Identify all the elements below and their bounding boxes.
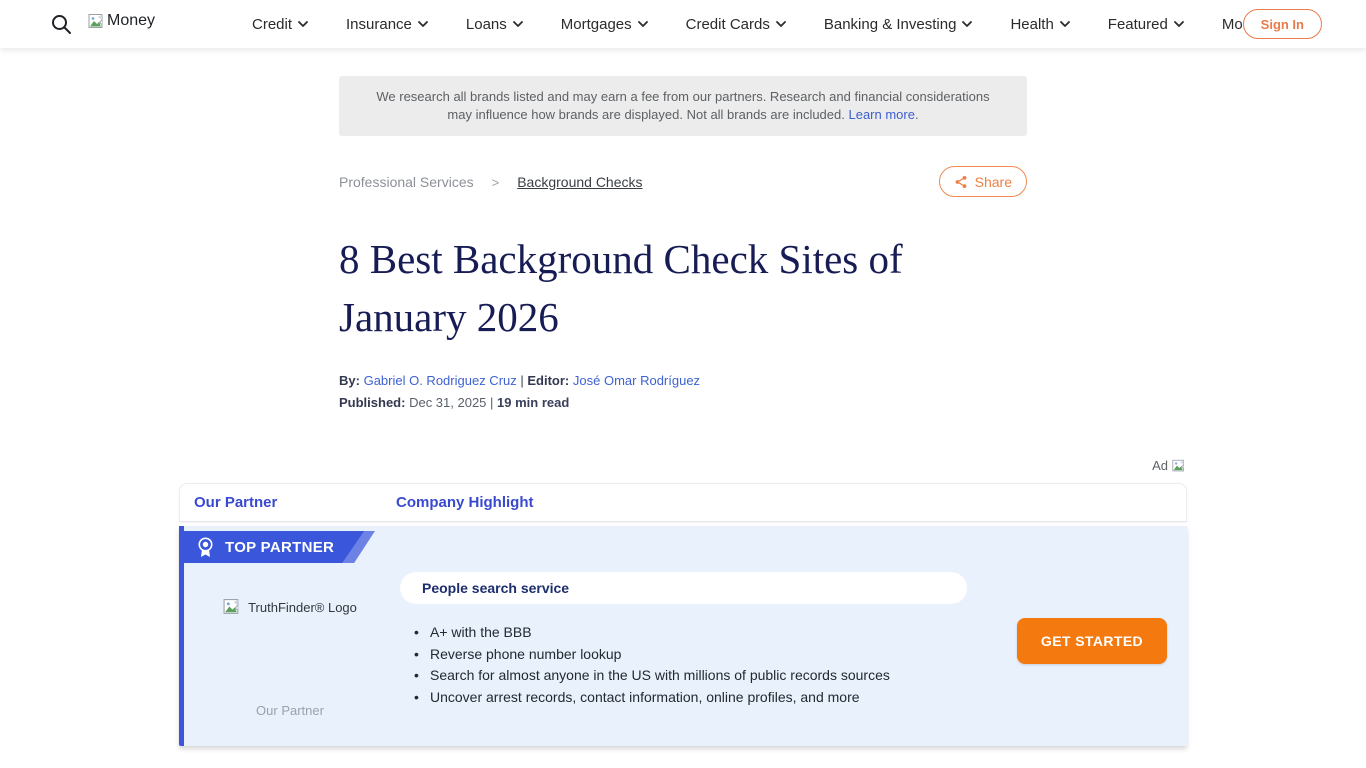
ad-label: Ad: [1152, 458, 1186, 473]
author-link[interactable]: Gabriel O. Rodriguez Cruz: [364, 373, 517, 388]
card-header-row: Our Partner Company Highlight: [179, 483, 1187, 522]
chevron-down-icon: [1174, 21, 1184, 27]
search-icon[interactable]: [50, 13, 72, 35]
breadcrumb: Professional Services > Background Check…: [339, 174, 643, 190]
logo-alt-text: Money: [107, 12, 155, 30]
chevron-down-icon: [962, 21, 972, 27]
chevron-down-icon: [418, 21, 428, 27]
chevron-down-icon: [1060, 21, 1070, 27]
advertiser-disclosure: We research all brands listed and may ea…: [339, 76, 1027, 136]
truthfinder-logo-alt-text: TruthFinder® Logo: [248, 600, 357, 615]
highlight-bullet: A+ with the BBB: [414, 622, 890, 644]
editor-link[interactable]: José Omar Rodríguez: [573, 373, 700, 388]
partner-logo-column: TruthFinder® Logo Our Partner: [184, 526, 396, 746]
our-partner-caption: Our Partner: [184, 703, 396, 718]
chevron-down-icon: [638, 21, 648, 27]
get-started-button[interactable]: GET STARTED: [1017, 618, 1167, 664]
page-title: 8 Best Background Check Sites of January…: [339, 230, 1039, 346]
nav-item-health[interactable]: Health: [1010, 16, 1069, 33]
column-header-our-partner: Our Partner: [194, 494, 277, 511]
editor-label: Editor:: [527, 373, 569, 388]
nav-item-credit[interactable]: Credit: [252, 16, 308, 33]
breadcrumb-current[interactable]: Background Checks: [517, 174, 642, 190]
learn-more-link[interactable]: Learn more: [848, 107, 914, 122]
by-label: By:: [339, 373, 360, 388]
truthfinder-logo[interactable]: TruthFinder® Logo: [184, 598, 396, 616]
published-date: Dec 31, 2025: [409, 395, 486, 410]
company-highlight-column: People search service A+ with the BBB Re…: [400, 526, 968, 746]
share-button[interactable]: Share: [939, 166, 1027, 197]
service-tag-pill: People search service: [400, 572, 967, 604]
broken-image-icon: [88, 13, 105, 30]
chevron-down-icon: [513, 21, 523, 27]
chevron-down-icon: [298, 21, 308, 27]
published-label: Published:: [339, 395, 405, 410]
byline: By: Gabriel O. Rodriguez Cruz | Editor: …: [339, 373, 700, 388]
broken-image-icon: [223, 598, 241, 616]
highlight-bullet: Search for almost anyone in the US with …: [414, 665, 890, 687]
nav-item-credit-cards[interactable]: Credit Cards: [686, 16, 786, 33]
money-logo[interactable]: Money: [88, 12, 155, 30]
breadcrumb-row: Professional Services > Background Check…: [339, 166, 1027, 198]
nav-item-loans[interactable]: Loans: [466, 16, 523, 33]
highlight-bullet: Reverse phone number lookup: [414, 644, 890, 666]
nav-item-banking-investing[interactable]: Banking & Investing: [824, 16, 973, 33]
nav-item-insurance[interactable]: Insurance: [346, 16, 428, 33]
partner-comparison-card: Our Partner Company Highlight TOP PARTNE…: [179, 483, 1187, 746]
nav-item-featured[interactable]: Featured: [1108, 16, 1184, 33]
highlight-bullet: Uncover arrest records, contact informat…: [414, 687, 890, 709]
sign-in-button[interactable]: Sign In: [1243, 9, 1322, 39]
main-nav: Credit Insurance Loans Mortgages Credit …: [252, 0, 1272, 48]
share-icon: [954, 175, 968, 189]
breadcrumb-separator: >: [492, 175, 500, 190]
top-navigation-bar: Money Credit Insurance Loans Mortgages C…: [0, 0, 1366, 48]
breadcrumb-parent[interactable]: Professional Services: [339, 174, 474, 190]
nav-item-mortgages[interactable]: Mortgages: [561, 16, 648, 33]
published-line: Published: Dec 31, 2025 | 19 min read: [339, 395, 569, 410]
read-time: 19 min read: [497, 395, 569, 410]
broken-image-icon: [1172, 459, 1186, 473]
highlight-bullet-list: A+ with the BBB Reverse phone number loo…: [414, 622, 890, 708]
column-header-company-highlight: Company Highlight: [396, 494, 534, 511]
share-label: Share: [975, 174, 1012, 190]
chevron-down-icon: [776, 21, 786, 27]
page: Money Credit Insurance Loans Mortgages C…: [0, 0, 1366, 768]
top-partner-row: TOP PARTNER TruthFinder® Logo Our Partne…: [179, 526, 1187, 746]
